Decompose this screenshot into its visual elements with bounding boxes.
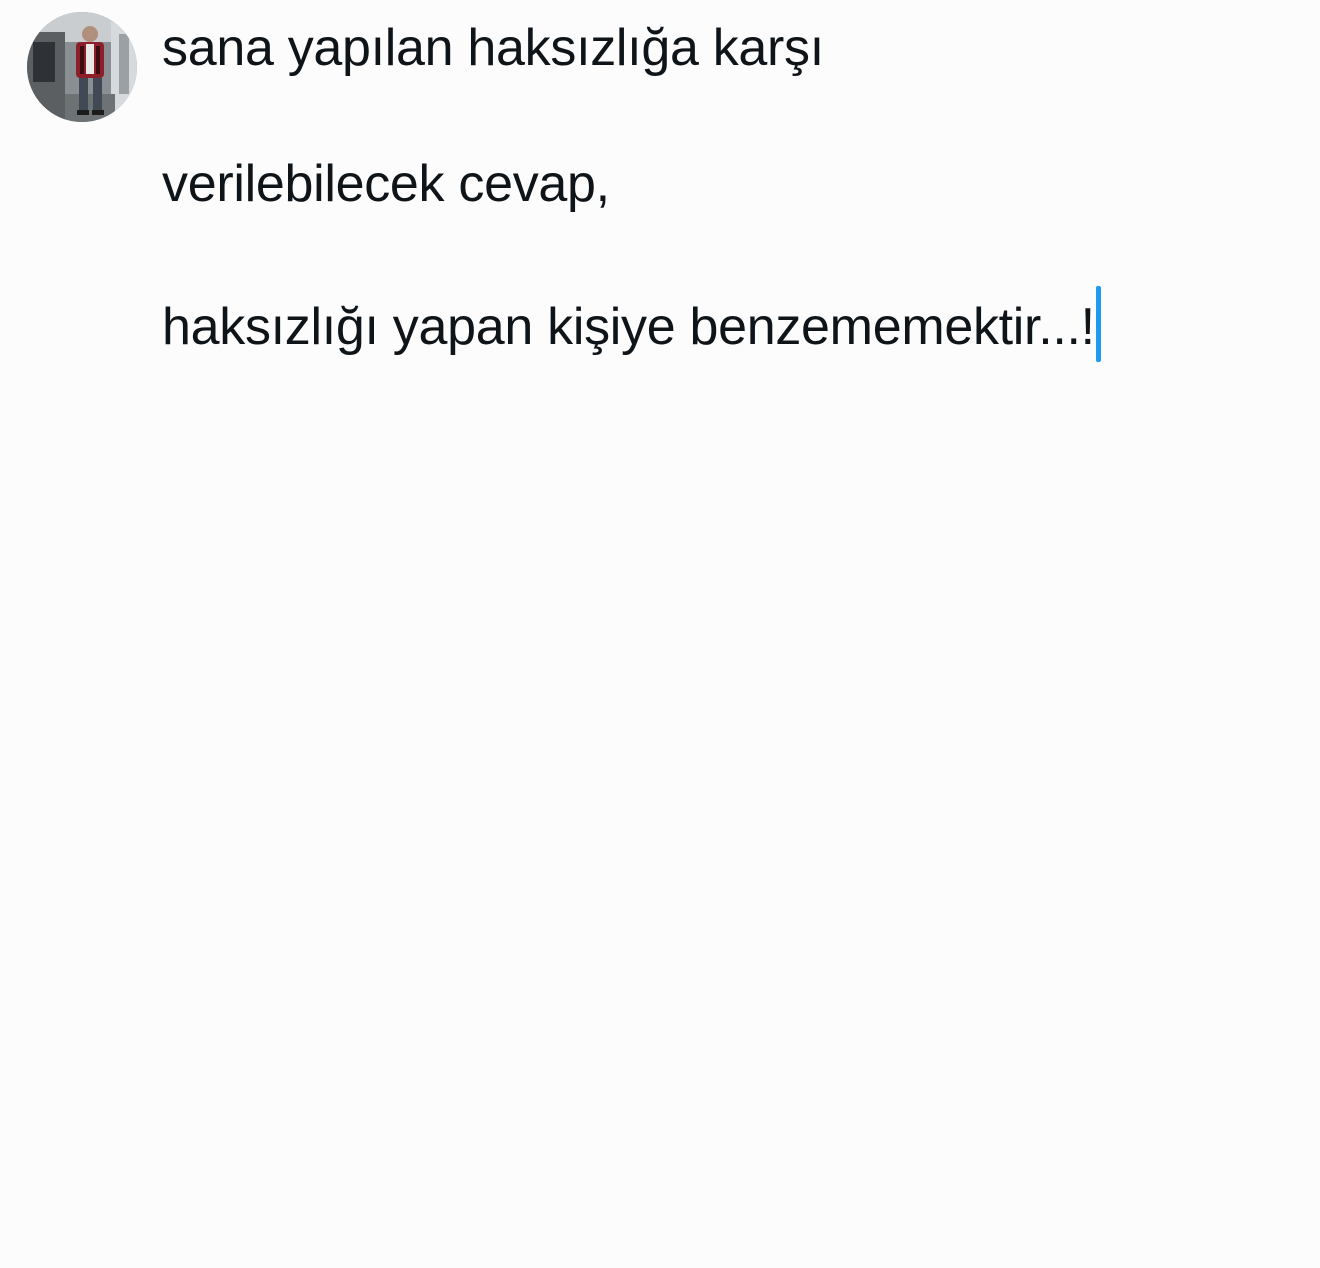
text-line-1: sana yapılan haksızlığa karşı bbox=[162, 19, 824, 77]
text-caret bbox=[1095, 286, 1101, 362]
text-line-3: haksızlığı yapan kişiye benzememektir...… bbox=[162, 286, 1292, 362]
tweet-text-input[interactable]: sana yapılan haksızlığa karşı verilebile… bbox=[162, 14, 1292, 362]
text-line-3-content: haksızlığı yapan kişiye benzememektir...… bbox=[162, 298, 1095, 356]
avatar-photo bbox=[27, 12, 137, 122]
text-line-2: verilebilecek cevap, bbox=[162, 155, 610, 213]
user-avatar[interactable] bbox=[27, 12, 137, 122]
tweet-composer: sana yapılan haksızlığa karşı verilebile… bbox=[0, 0, 1320, 1268]
